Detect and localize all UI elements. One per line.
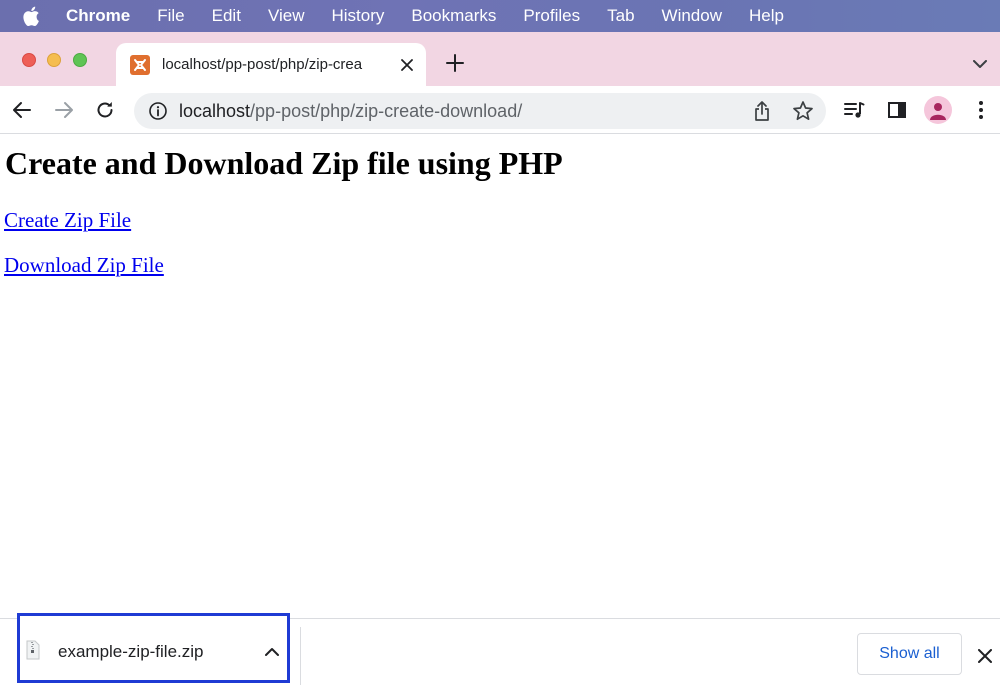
page-content: Create and Download Zip file using PHP C… <box>0 135 1000 618</box>
reload-icon[interactable] <box>94 99 116 121</box>
tab-search-chevron-down-icon[interactable] <box>970 54 990 74</box>
side-panel-icon[interactable] <box>886 99 908 121</box>
menu-tab[interactable]: Tab <box>607 6 634 26</box>
chevron-up-icon[interactable] <box>263 642 281 660</box>
site-info-icon[interactable] <box>148 101 168 121</box>
menu-chrome[interactable]: Chrome <box>66 6 130 26</box>
menu-view[interactable]: View <box>268 6 305 26</box>
xampp-icon <box>130 55 150 75</box>
download-item[interactable]: example-zip-file.zip <box>17 613 290 683</box>
new-tab-plus-icon[interactable] <box>444 52 466 74</box>
omnibox[interactable]: localhost/pp-post/php/zip-create-downloa… <box>134 93 826 129</box>
tab-title: localhost/pp-post/php/zip-crea <box>162 56 394 73</box>
menu-bookmarks[interactable]: Bookmarks <box>411 6 496 26</box>
menu-file[interactable]: File <box>157 6 184 26</box>
apple-menu-icon[interactable] <box>20 5 42 27</box>
menu-profiles[interactable]: Profiles <box>523 6 580 26</box>
menu-help[interactable]: Help <box>749 6 784 26</box>
download-shelf: example-zip-file.zip Show all <box>0 618 1000 686</box>
tab-close-icon[interactable] <box>398 56 416 74</box>
page-title: Create and Download Zip file using PHP <box>5 145 563 182</box>
url-text[interactable]: localhost/pp-post/php/zip-create-downloa… <box>179 101 522 122</box>
reading-list-icon[interactable] <box>843 99 865 121</box>
window-close-button[interactable] <box>22 53 36 67</box>
bookmark-star-icon[interactable] <box>792 100 814 122</box>
tab-strip: localhost/pp-post/php/zip-crea <box>0 32 1000 86</box>
menu-edit[interactable]: Edit <box>212 6 241 26</box>
create-zip-link[interactable]: Create Zip File <box>4 208 131 233</box>
profile-avatar-icon[interactable] <box>924 96 952 124</box>
share-icon[interactable] <box>752 100 772 122</box>
url-host: localhost <box>179 101 250 121</box>
url-path: /pp-post/php/zip-create-download/ <box>250 101 522 121</box>
back-arrow-icon[interactable] <box>11 99 33 121</box>
macos-menu-bar: Chrome File Edit View History Bookmarks … <box>0 0 1000 32</box>
window-zoom-button[interactable] <box>73 53 87 67</box>
show-all-button[interactable]: Show all <box>857 633 962 675</box>
window-minimize-button[interactable] <box>47 53 61 67</box>
more-options-icon[interactable] <box>970 99 992 121</box>
download-file-name: example-zip-file.zip <box>58 642 204 662</box>
shelf-divider <box>300 627 301 685</box>
close-shelf-icon[interactable] <box>976 647 994 665</box>
active-tab[interactable]: localhost/pp-post/php/zip-crea <box>116 43 426 86</box>
download-zip-link[interactable]: Download Zip File <box>4 253 164 278</box>
forward-arrow-icon[interactable] <box>53 99 75 121</box>
menu-window[interactable]: Window <box>662 6 722 26</box>
menu-history[interactable]: History <box>331 6 384 26</box>
browser-toolbar: localhost/pp-post/php/zip-create-downloa… <box>0 86 1000 134</box>
zip-file-icon <box>26 640 40 660</box>
